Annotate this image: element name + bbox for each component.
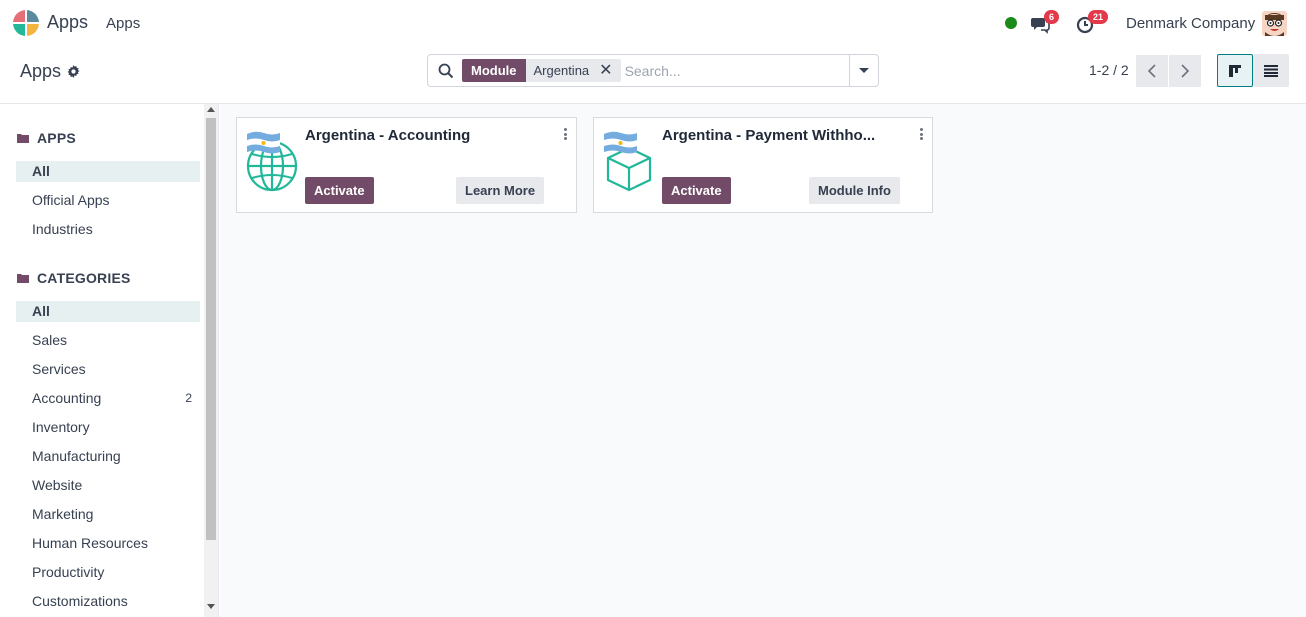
list-view-button[interactable]	[1253, 54, 1289, 87]
categories-section-title: CATEGORIES	[17, 270, 131, 286]
messages-badge: 6	[1044, 10, 1060, 24]
activate-button[interactable]: Activate	[662, 177, 731, 204]
activities-button[interactable]: 21	[1075, 10, 1109, 34]
categories-section-label: CATEGORIES	[37, 270, 131, 286]
list-icon	[1264, 64, 1278, 77]
user-avatar-icon	[1262, 11, 1287, 36]
argentina-flag-icon	[604, 131, 637, 154]
category-label: Website	[32, 477, 83, 493]
facet-label: Module	[462, 59, 526, 82]
sidebar-scrollbar[interactable]	[204, 104, 218, 617]
category-inventory[interactable]: Inventory	[16, 417, 200, 438]
page-title: Apps	[20, 61, 62, 81]
facet-value-wrap: Argentina ✕	[525, 59, 621, 82]
apps-section-title: APPS	[17, 130, 76, 146]
search-bar: Module Argentina ✕	[427, 54, 879, 87]
search-options-toggle[interactable]	[849, 55, 878, 86]
pager-previous-button[interactable]	[1136, 55, 1168, 87]
category-productivity[interactable]: Productivity	[16, 562, 200, 583]
category-label: Productivity	[32, 564, 105, 580]
breadcrumb: Apps	[20, 61, 80, 82]
learn-more-button[interactable]: Learn More	[456, 177, 545, 204]
scrollbar-thumb[interactable]	[206, 118, 216, 540]
facet-remove-icon[interactable]: ✕	[599, 59, 612, 82]
kanban-icon	[1229, 64, 1241, 77]
category-customizations[interactable]: Customizations	[16, 591, 200, 612]
apps-logo-icon[interactable]	[12, 9, 40, 37]
category-count: 2	[185, 391, 192, 405]
menu-apps[interactable]: Apps	[106, 15, 140, 32]
folder-icon	[17, 274, 29, 283]
filter-label: Official Apps	[32, 192, 110, 208]
activities-badge: 21	[1088, 10, 1109, 24]
search-input[interactable]	[624, 55, 849, 86]
messages-button[interactable]: 6	[1030, 10, 1060, 34]
category-label: Human Resources	[32, 535, 148, 551]
gear-icon[interactable]	[67, 65, 80, 78]
filter-label: Industries	[32, 221, 93, 237]
module-card[interactable]: Argentina - Accounting Activate Learn Mo…	[236, 117, 577, 213]
argentina-flag-icon	[247, 131, 280, 154]
company-switcher[interactable]: Denmark Company	[1126, 15, 1255, 32]
category-services[interactable]: Services	[16, 359, 200, 380]
user-avatar[interactable]	[1262, 11, 1287, 36]
presence-status-icon	[1005, 17, 1017, 29]
caret-down-icon	[859, 68, 869, 73]
pager-next-button[interactable]	[1169, 55, 1201, 87]
category-manufacturing[interactable]: Manufacturing	[16, 446, 200, 467]
category-label: Marketing	[32, 506, 94, 522]
globe-icon	[246, 131, 298, 192]
apps-section-label: APPS	[37, 130, 76, 146]
pager-value[interactable]: 1-2 / 2	[1089, 62, 1129, 78]
box-icon	[604, 131, 652, 192]
category-label: Sales	[32, 332, 68, 348]
folder-icon	[17, 134, 29, 143]
card-menu-icon[interactable]	[562, 127, 568, 141]
chevron-left-icon	[1147, 64, 1156, 78]
card-menu-icon[interactable]	[918, 127, 924, 141]
category-human-resources[interactable]: Human Resources	[16, 533, 200, 554]
search-panel: APPS All Official Apps Industries CATEGO…	[0, 104, 219, 617]
category-label: Accounting	[32, 390, 102, 406]
facet-value: Argentina	[533, 63, 590, 78]
filter-label: All	[32, 163, 50, 179]
category-label: Services	[32, 361, 86, 377]
module-info-button[interactable]: Module Info	[809, 177, 900, 204]
activate-button[interactable]: Activate	[305, 177, 374, 204]
filter-industries[interactable]: Industries	[16, 219, 200, 240]
kanban-view: Argentina - Accounting Activate Learn Mo…	[220, 104, 1306, 617]
category-label: All	[32, 303, 50, 319]
app-name: Apps	[47, 12, 89, 32]
module-title: Argentina - Accounting	[305, 127, 471, 144]
category-accounting[interactable]: Accounting 2	[16, 388, 200, 409]
kanban-view-button[interactable]	[1217, 54, 1253, 87]
module-title: Argentina - Payment Withho...	[662, 127, 876, 144]
chevron-right-icon	[1181, 64, 1190, 78]
search-icon[interactable]	[438, 63, 454, 79]
search-facet: Module Argentina ✕	[462, 59, 621, 82]
filter-apps-all[interactable]: All	[16, 161, 200, 182]
top-navbar: Apps Apps 6 21 Denmark Company	[0, 0, 1306, 46]
filter-official-apps[interactable]: Official Apps	[16, 190, 200, 211]
category-sales[interactable]: Sales	[16, 330, 200, 351]
scroll-up-icon[interactable]	[207, 107, 215, 112]
category-label: Manufacturing	[32, 448, 121, 464]
module-card[interactable]: Argentina - Payment Withho... Activate M…	[593, 117, 933, 213]
category-website[interactable]: Website	[16, 475, 200, 496]
category-marketing[interactable]: Marketing	[16, 504, 200, 525]
control-panel: Apps Module Argentina ✕ 1-2 / 2	[0, 46, 1306, 104]
category-label: Inventory	[32, 419, 90, 435]
category-all[interactable]: All	[16, 301, 200, 322]
scroll-down-icon[interactable]	[207, 604, 215, 609]
category-label: Customizations	[32, 593, 128, 609]
